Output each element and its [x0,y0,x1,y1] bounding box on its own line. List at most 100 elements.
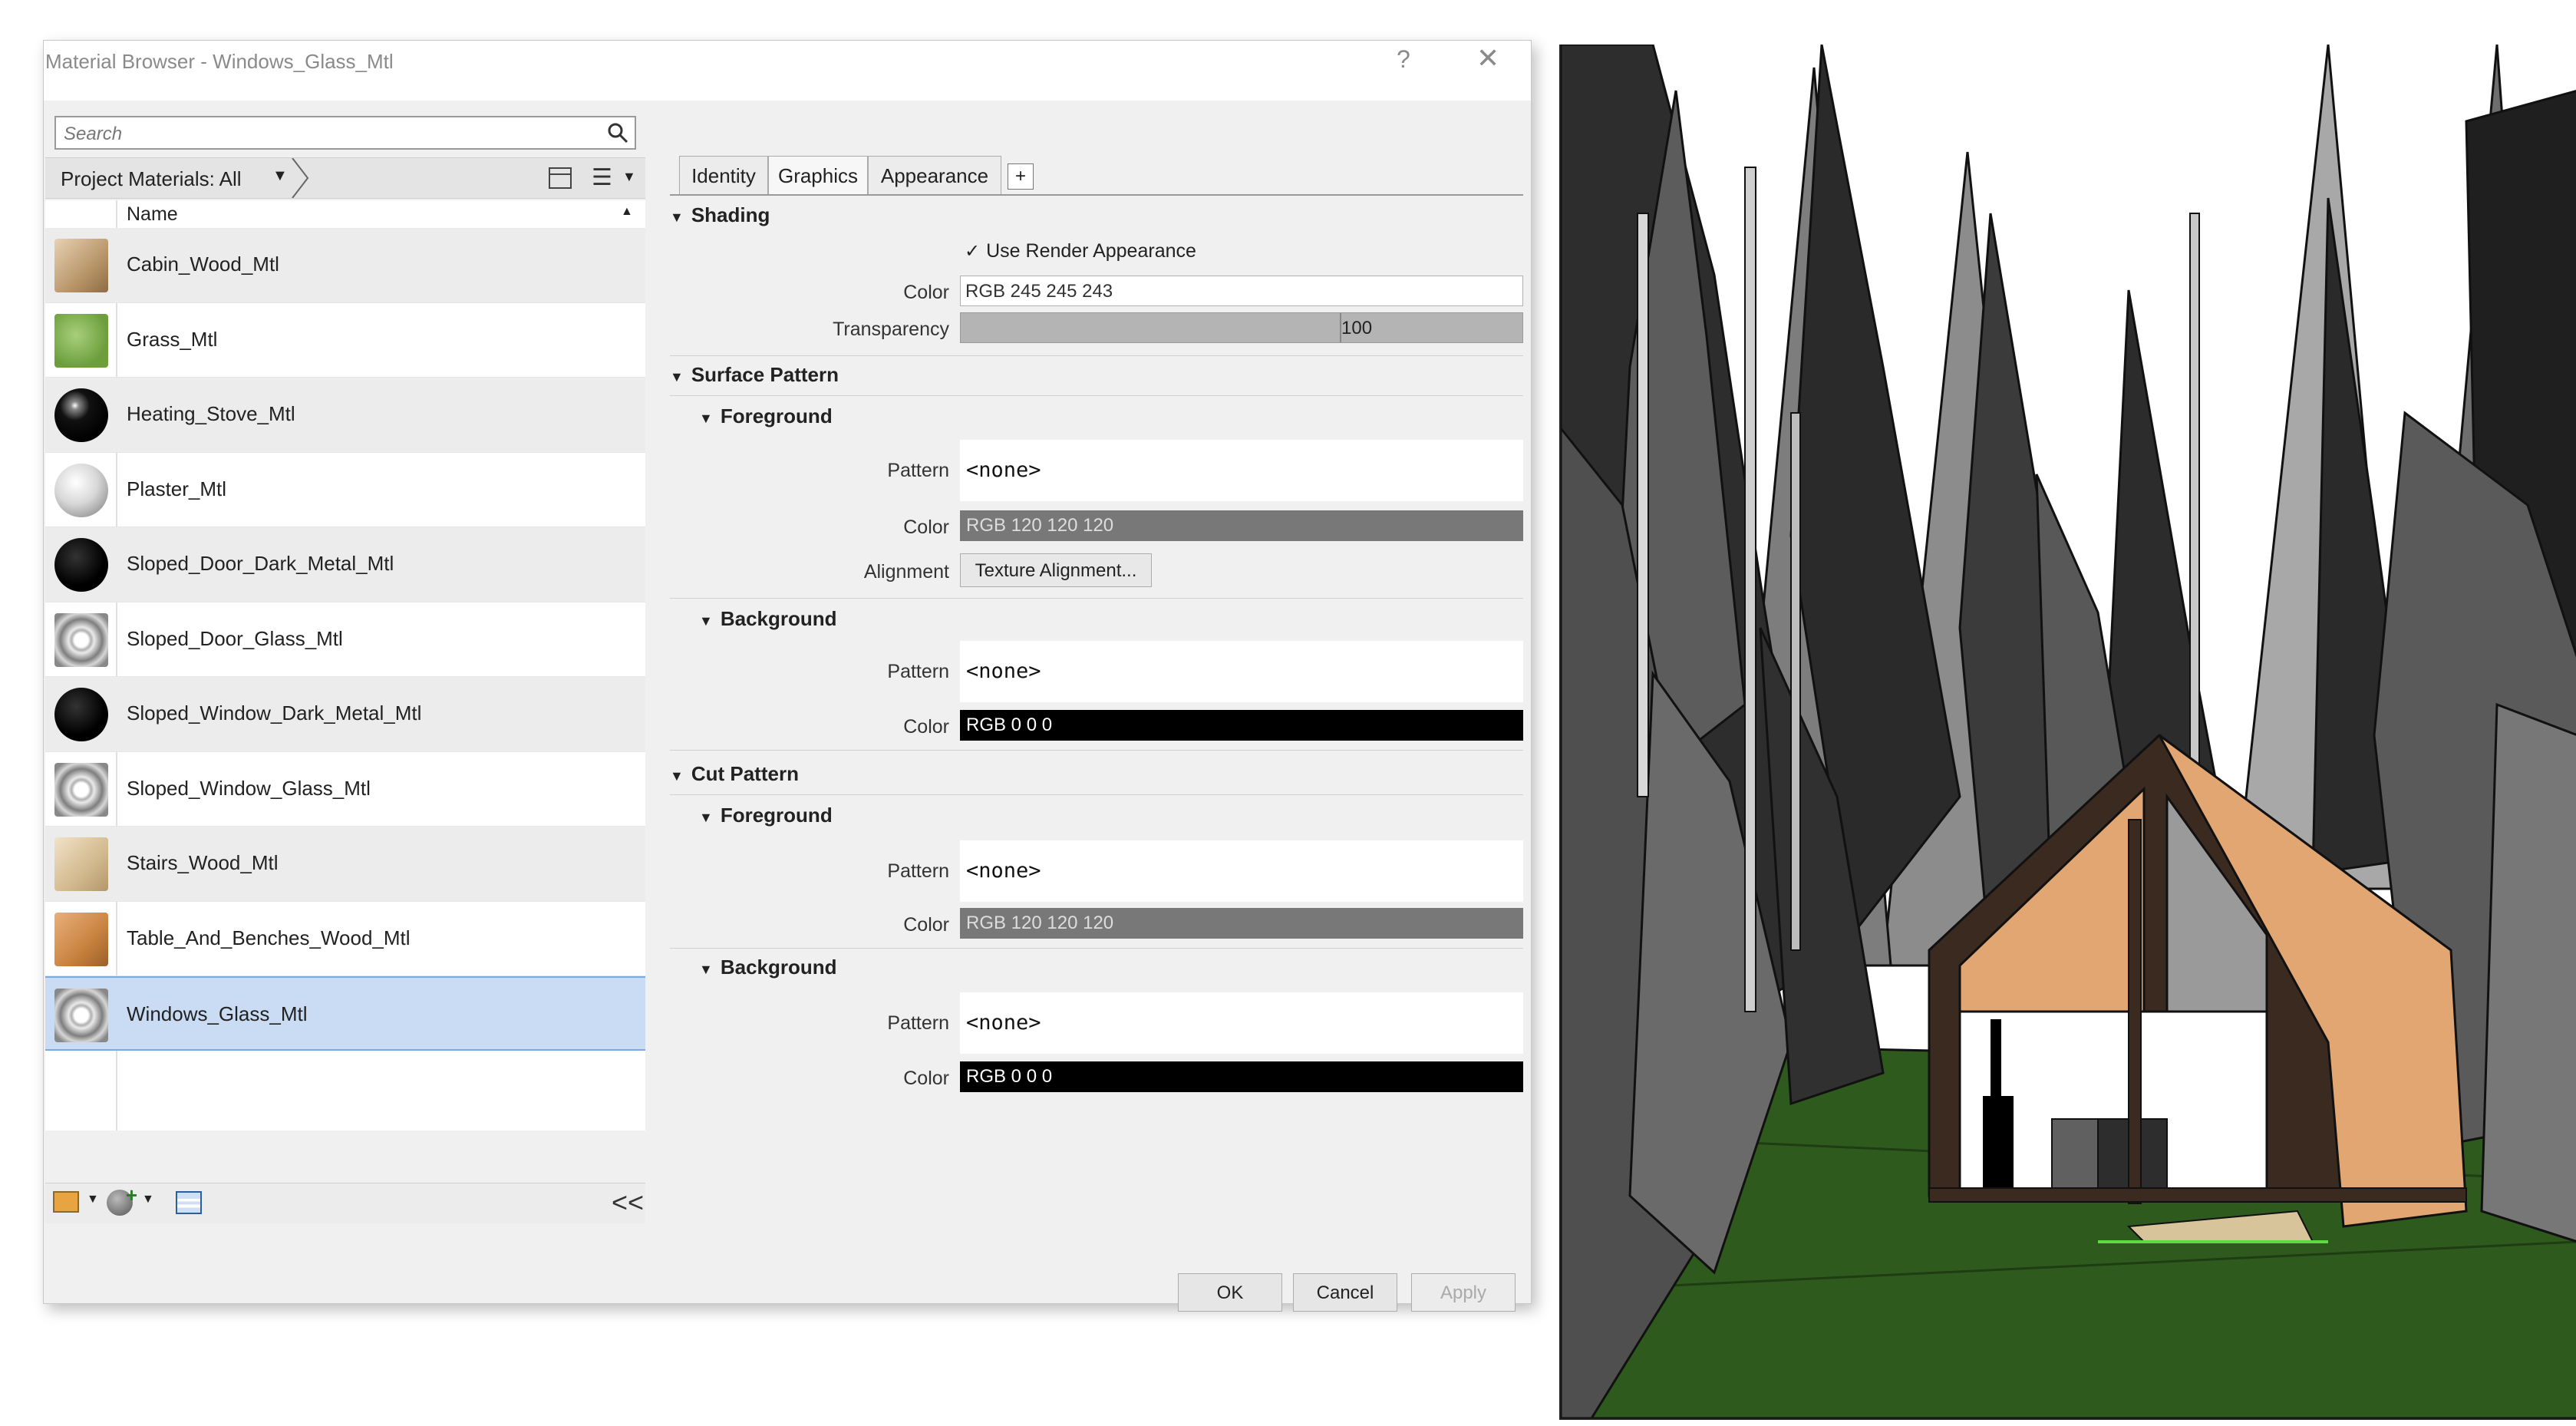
tab-graphics[interactable]: Graphics [768,156,868,196]
apply-button[interactable]: Apply [1411,1273,1516,1312]
material-name: Sloped_Door_Dark_Metal_Mtl [127,552,394,575]
chevron-down-icon[interactable]: ▼ [142,1193,154,1206]
material-list: Name ▲ Cabin_Wood_Mtl Grass_Mtl Heating_St… [45,200,645,1131]
cut-fg-pattern-field[interactable]: <none> [960,840,1523,902]
collapse-triangle-icon[interactable]: ▼ [699,613,713,629]
collapse-triangle-icon[interactable]: ▼ [670,768,684,784]
view-options-icon[interactable]: ☰ [592,164,612,191]
open-library-icon[interactable] [53,1191,79,1213]
material-thumbnail [54,239,108,292]
material-thumbnail [54,463,108,517]
surface-foreground-header[interactable]: ▼ Foreground [699,404,833,428]
dialog-buttons: OK Cancel Apply [44,1230,1531,1312]
section-cut-pattern-title: Cut Pattern [691,762,799,785]
section-surface-pattern[interactable]: ▼ Surface Pattern [670,363,839,387]
tab-appearance[interactable]: Appearance [868,156,1001,194]
material-browser-dialog: Material Browser - Windows_Glass_Mtl ? ✕… [43,40,1532,1312]
transparency-value: 100 [1341,318,1373,338]
asset-browser-icon[interactable] [176,1191,202,1214]
material-thumbnail [54,388,108,442]
material-name: Table_And_Benches_Wood_Mtl [127,926,411,949]
cut-bg-color-swatch[interactable]: RGB 0 0 0 [960,1061,1523,1092]
surface-fg-color-swatch[interactable]: RGB 120 120 120 [960,510,1523,541]
surface-fg-pattern-field[interactable]: <none> [960,440,1523,501]
list-item[interactable]: Sloped_Window_Glass_Mtl [45,752,645,827]
collapse-triangle-icon[interactable]: ▼ [699,411,713,426]
list-item[interactable]: Sloped_Door_Dark_Metal_Mtl [45,527,645,602]
list-item[interactable]: Table_And_Benches_Wood_Mtl [45,902,645,976]
shading-color-field[interactable]: RGB 245 245 243 [960,276,1523,306]
collapse-panel-icon[interactable]: << [612,1187,644,1219]
cut-bg-pattern-field[interactable]: <none> [960,992,1523,1054]
search-icon[interactable] [605,120,630,145]
material-name: Sloped_Window_Glass_Mtl [127,776,371,800]
column-header[interactable]: Name ▲ [45,200,645,229]
alignment-label: Alignment [863,561,949,583]
section-cut-pattern[interactable]: ▼ Cut Pattern [670,762,799,786]
cancel-button[interactable]: Cancel [1293,1273,1397,1312]
collapse-triangle-icon[interactable]: ▼ [699,810,713,825]
collapse-triangle-icon[interactable]: ▼ [699,962,713,977]
cut-bg-pattern-label: Pattern [887,1012,949,1034]
add-asset-button[interactable]: + [1008,163,1034,190]
transparency-slider[interactable]: 100 [960,312,1523,343]
use-render-appearance-checkbox[interactable]: ✓ Use Render Appearance [965,240,1196,262]
cut-background-header[interactable]: ▼ Background [699,956,837,979]
3d-viewport[interactable] [1559,45,2576,1420]
toggle-library-panel-icon[interactable] [549,167,572,189]
material-thumbnail [54,989,108,1042]
ok-button[interactable]: OK [1178,1273,1282,1312]
collapse-triangle-icon[interactable]: ▼ [670,369,684,385]
list-item[interactable]: Windows_Glass_Mtl [45,976,645,1051]
surface-bg-color-swatch[interactable]: RGB 0 0 0 [960,710,1523,741]
shading-color-label: Color [903,282,949,303]
cut-background-title: Background [720,956,837,979]
cabin-forest-render [1561,45,2576,1418]
list-item[interactable]: Sloped_Window_Dark_Metal_Mtl [45,677,645,752]
library-filter-dropdown[interactable]: Project Materials: All [61,167,242,191]
collapse-triangle-icon[interactable]: ▼ [670,210,684,225]
list-item[interactable]: Stairs_Wood_Mtl [45,827,645,902]
list-item[interactable]: Plaster_Mtl [45,453,645,527]
cut-foreground-header[interactable]: ▼ Foreground [699,804,833,827]
title-bar: Material Browser - Windows_Glass_Mtl ? ✕ [44,41,1531,101]
list-item[interactable]: Grass_Mtl [45,303,645,378]
cut-foreground-title: Foreground [720,804,833,827]
cut-fg-color-swatch[interactable]: RGB 120 120 120 [960,908,1523,939]
chevron-down-icon[interactable]: ▼ [87,1193,99,1206]
tab-identity[interactable]: Identity [679,156,768,194]
surface-foreground-title: Foreground [720,404,833,427]
checkmark-icon[interactable]: ✓ [965,241,980,262]
material-name: Stairs_Wood_Mtl [127,851,279,874]
material-thumbnail [54,762,108,817]
divider [670,794,1523,795]
surface-bg-pattern-field[interactable]: <none> [960,641,1523,702]
divider [670,598,1523,599]
create-material-icon[interactable] [107,1183,137,1216]
use-render-appearance-label: Use Render Appearance [986,240,1196,262]
material-list-panel: Search Project Materials: All ▼ ☰ ▼ Name… [44,110,647,1230]
search-placeholder: Search [64,124,123,144]
column-header-name[interactable]: Name [127,203,178,226]
material-name: Plaster_Mtl [127,477,227,500]
material-name: Cabin_Wood_Mtl [127,253,279,276]
transparency-label: Transparency [833,319,949,340]
list-item[interactable]: Sloped_Door_Glass_Mtl [45,602,645,677]
surface-background-header[interactable]: ▼ Background [699,607,837,631]
surface-bg-color-label: Color [903,716,949,738]
material-rows: Cabin_Wood_Mtl Grass_Mtl Heating_Stove_Mtl… [45,228,645,1051]
close-icon[interactable]: ✕ [1476,42,1499,74]
section-shading[interactable]: ▼ Shading [670,203,770,227]
list-item[interactable]: Cabin_Wood_Mtl [45,228,645,303]
material-thumbnail [54,313,108,368]
material-thumbnail [54,612,108,667]
search-input[interactable]: Search [54,116,636,150]
material-name: Sloped_Door_Glass_Mtl [127,626,343,650]
tab-underline [670,194,1523,196]
list-item[interactable]: Heating_Stove_Mtl [45,378,645,453]
help-icon[interactable]: ? [1397,45,1410,74]
texture-alignment-button[interactable]: Texture Alignment... [960,553,1152,587]
chevron-down-icon[interactable]: ▼ [272,167,288,185]
chevron-down-icon[interactable]: ▼ [622,169,636,185]
cut-fg-color-label: Color [903,914,949,936]
